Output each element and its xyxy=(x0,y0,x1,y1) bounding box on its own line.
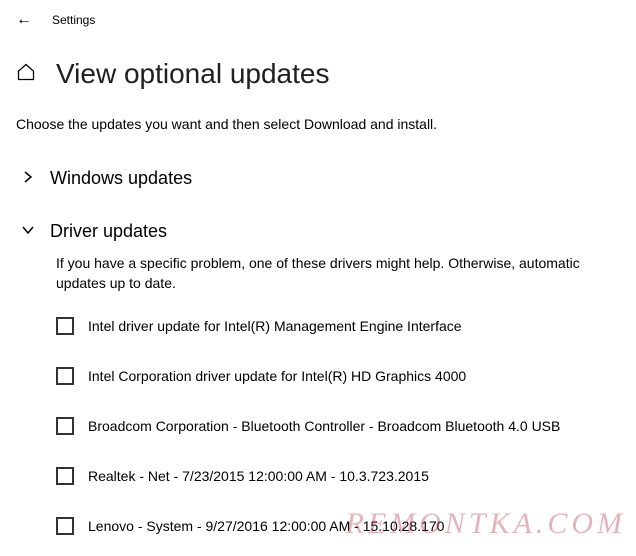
back-arrow-icon[interactable]: ← xyxy=(16,12,32,28)
windows-updates-label: Windows updates xyxy=(50,168,192,189)
driver-updates-toggle[interactable]: Driver updates xyxy=(16,193,620,246)
list-item[interactable]: Realtek - Net - 7/23/2015 12:00:00 AM - … xyxy=(56,451,620,501)
home-icon[interactable] xyxy=(16,62,36,87)
checkbox[interactable] xyxy=(56,517,74,535)
update-label: Realtek - Net - 7/23/2015 12:00:00 AM - … xyxy=(88,468,429,484)
update-label: Lenovo - System - 9/27/2016 12:00:00 AM … xyxy=(88,518,444,534)
driver-updates-section: Driver updates If you have a specific pr… xyxy=(0,193,636,551)
checkbox[interactable] xyxy=(56,467,74,485)
instruction-text: Choose the updates you want and then sel… xyxy=(0,98,636,140)
windows-updates-toggle[interactable]: Windows updates xyxy=(16,140,620,193)
update-label: Broadcom Corporation - Bluetooth Control… xyxy=(88,418,560,434)
list-item[interactable]: Lenovo - System - 9/27/2016 12:00:00 AM … xyxy=(56,501,620,551)
driver-updates-label: Driver updates xyxy=(50,221,167,242)
page-title: View optional updates xyxy=(56,58,329,90)
driver-updates-body: If you have a specific problem, one of t… xyxy=(16,246,620,551)
driver-updates-description: If you have a specific problem, one of t… xyxy=(56,254,620,301)
chevron-down-icon xyxy=(22,224,38,239)
header-bar: ← Settings xyxy=(0,0,636,40)
list-item[interactable]: Broadcom Corporation - Bluetooth Control… xyxy=(56,401,620,451)
checkbox[interactable] xyxy=(56,417,74,435)
title-row: View optional updates xyxy=(0,40,636,98)
update-label: Intel driver update for Intel(R) Managem… xyxy=(88,318,462,334)
windows-updates-section: Windows updates xyxy=(0,140,636,193)
settings-breadcrumb: Settings xyxy=(52,13,95,27)
list-item[interactable]: Intel driver update for Intel(R) Managem… xyxy=(56,301,620,351)
chevron-right-icon xyxy=(22,171,38,186)
update-label: Intel Corporation driver update for Inte… xyxy=(88,368,466,384)
checkbox[interactable] xyxy=(56,317,74,335)
checkbox[interactable] xyxy=(56,367,74,385)
list-item[interactable]: Intel Corporation driver update for Inte… xyxy=(56,351,620,401)
